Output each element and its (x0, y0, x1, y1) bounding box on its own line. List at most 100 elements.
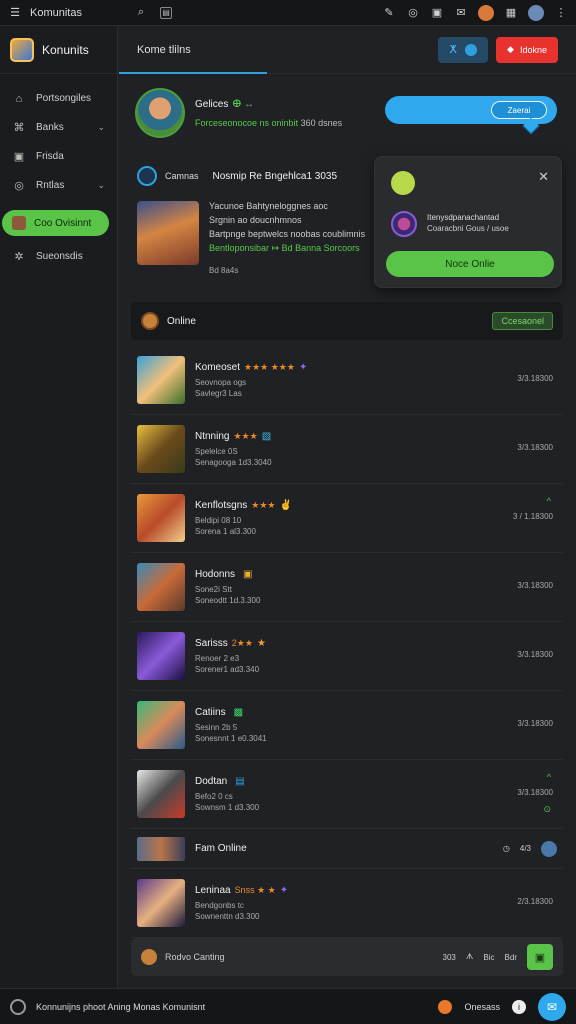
status-bar: Konnunijns phoot Aning Monas Komunisnt O… (0, 988, 576, 1024)
list-item[interactable]: Catiins ▩ Sesinn 2b 5 Sonesnnt 1 e0.3041 … (131, 691, 563, 760)
list-item-text: Catiins ▩ Sesinn 2b 5 Sonesnnt 1 e0.3041 (195, 707, 267, 743)
send-button[interactable]: ▣ (527, 944, 553, 970)
profile-card[interactable]: Gelices ⴲ ↔ Forceseonocoe ns oninbit 360 … (135, 88, 342, 138)
chat-bubble-button[interactable]: Zaerai (491, 101, 547, 119)
profile-avatar[interactable] (135, 88, 185, 138)
section-avatar[interactable] (541, 840, 557, 857)
list-item[interactable]: Hodonns ▣ Sone2i Stt Soneodtt 1d.3.300 3/… (131, 553, 563, 622)
news-line: Yacunoe Bahtyneloggnes aoc (209, 201, 328, 211)
message-input[interactable]: Rodvo Canting (165, 952, 225, 962)
list-item-time: 3/3.18300 (517, 374, 553, 383)
profile-status: Forceseonocoe ns oninbit 360 dsnes (195, 118, 342, 128)
list-item[interactable]: Ntnning ★★★ ▧ Spelelce 0S Senagooga 1d3.30… (131, 415, 563, 484)
input-action[interactable]: Bic (483, 953, 494, 962)
list-item-time: 3/3.18300 (517, 719, 553, 728)
box-icon: ▣ (13, 151, 25, 163)
online-header: Online Ccesaonel (131, 302, 563, 340)
badge-icon: ▤ (235, 776, 245, 787)
news-line: Bartpnge beptwelcs noobas coublimnis (209, 229, 366, 239)
stars-icon: ★★★ (233, 431, 258, 441)
chat-fab-button[interactable]: ✉ (538, 992, 566, 1021)
more-icon[interactable]: ⋮ (554, 6, 568, 20)
stars-icon: ★★★ ★★★ (244, 362, 295, 372)
page-title: Kome tlilns (137, 43, 191, 56)
list-item-name: Leninaa (195, 885, 231, 896)
list-item[interactable]: Leninaa Snss ★ ★ ✦ Bendgonbs tc Sownenttn … (131, 869, 563, 938)
sidebar-item-extra[interactable]: ✲ Sueonsdis (0, 242, 117, 271)
chat-bubble[interactable]: Zaerai (385, 96, 557, 135)
online-badge[interactable]: Ccesaonel (492, 312, 553, 330)
info-icon[interactable]: i (512, 999, 526, 1014)
close-icon[interactable]: ✕ (538, 169, 549, 185)
sidebar-item-3[interactable]: ◎ Rntlas ⌄ (0, 171, 117, 200)
game-thumbnail (137, 563, 185, 611)
menu-icon[interactable]: ☰ (8, 6, 22, 20)
list-item-text: Sarisss 2★★ ★ Renoer 2 e3 Sorener1 ad3.340 (195, 638, 266, 674)
topbar-right: ✎ ◎ ▣ ✉ ▦ ⋮ (382, 4, 568, 21)
sidebar-item-0[interactable]: ⌂ Portsongiles (0, 84, 117, 113)
online-label: Online (167, 315, 196, 327)
sidebar: Konunits ⌂ Portsongiles ⌘ Banks ⌄ ▣ Fris… (0, 26, 118, 988)
list-item[interactable]: Kenflotsgns ★★★ ✌ Beldipi 08 10 Sorena 1 a… (131, 484, 563, 553)
user-avatar-2[interactable] (528, 4, 544, 21)
list-item-time: 3/3.18300 (517, 788, 553, 797)
news-body[interactable]: Yacunoe Bahtyneloggnes aoc Srgnin ao dou… (137, 201, 369, 265)
news-title[interactable]: Nosmip Re Bngehlca1 3035 (213, 171, 338, 182)
go-online-button[interactable]: Noce Onlie (386, 251, 554, 277)
list-item-time: 3/3.18300 (517, 650, 553, 659)
list-item-sub2: Sownenttn d3.300 (195, 912, 260, 921)
people-icon: ⵅ (449, 44, 457, 56)
edit-icon[interactable]: ✎ (382, 6, 396, 20)
message-input-bar[interactable]: Rodvo Canting 303 ᗑ Bic Bdr ▣ (131, 938, 563, 976)
chat-icon[interactable]: ✉ (454, 6, 468, 20)
list-item-sub2: Soneodtt 1d.3.300 (195, 596, 261, 605)
sidebar-item-active[interactable]: Coo Ovisinnt (2, 210, 109, 236)
list-item-text: Kenflotsgns ★★★ ✌ Beldipi 08 10 Sorena 1 a… (195, 500, 292, 536)
input-action[interactable]: Bdr (505, 953, 517, 962)
profile-info: Gelices ⴲ ↔ Forceseonocoe ns oninbit 360 … (195, 99, 342, 128)
list-item-text: Komeoset ★★★ ★★★ ✦ Seovnopa ogs Savlegr3 L… (195, 362, 307, 398)
box-icon[interactable]: ▣ (430, 6, 444, 20)
sidebar-item-1[interactable]: ⌘ Banks ⌄ (0, 113, 117, 142)
list-item-text: Hodonns ▣ Sone2i Stt Soneodtt 1d.3.300 (195, 569, 260, 605)
news-source[interactable]: Camnas (165, 171, 199, 181)
list-item-name: Dodtan (195, 776, 228, 787)
list-item-time: 2/3.18300 (517, 897, 553, 906)
badge-icon: ▧ (261, 431, 272, 442)
game-thumbnail (137, 494, 185, 542)
sidebar-item-label: Rntlas (36, 180, 65, 191)
search-icon[interactable]: ⌕ (134, 6, 148, 20)
settings-icon: ✲ (14, 251, 24, 263)
list-item-name: Ntnning (195, 431, 230, 442)
stars-icon: 2★★ (231, 638, 253, 648)
section-header[interactable]: Fam Online ◷ 4/3 (131, 829, 563, 869)
brand[interactable]: Konunits (0, 26, 117, 74)
settings-icon[interactable]: ◎ (406, 6, 420, 20)
news-line: Srgnin ao doucnhmnos (209, 215, 302, 225)
game-thumbnail (137, 770, 185, 818)
list-item-time: 3 / 1.18300 (512, 512, 553, 521)
user-avatar-1[interactable] (478, 4, 494, 21)
primary-red-button[interactable]: ◆ Idokne (496, 36, 558, 63)
list-item[interactable]: Sarisss 2★★ ★ Renoer 2 e3 Sorener1 ad3.340… (131, 622, 563, 691)
apps-icon[interactable]: ▦ (504, 6, 518, 20)
window-icon[interactable]: ▤ (159, 6, 172, 19)
brand-name: Konunits (42, 42, 89, 57)
input-action[interactable]: ᗑ (466, 952, 474, 962)
app-name: Komunitas (30, 6, 82, 19)
sidebar-item-2[interactable]: ▣ Frisda (0, 142, 117, 171)
list-item-time: 3/3.18300 (517, 443, 553, 452)
badge-icon: ✌ (279, 500, 292, 511)
status-right-text[interactable]: Onesass (464, 1002, 500, 1012)
people-button[interactable]: ⵅ (438, 36, 488, 63)
input-action[interactable]: 303 (443, 953, 456, 962)
list-item[interactable]: Komeoset ★★★ ★★★ ✦ Seovnopa ogs Savlegr3 L… (131, 346, 563, 415)
profile-name-row: Gelices ⴲ ↔ (195, 99, 342, 110)
online-icon (141, 312, 159, 330)
list-item[interactable]: Dodtan ▤ Befo2 0 cs Sownsm 1 d3.300 ^ 3/3… (131, 760, 563, 829)
status-chevron-icon: ^ (546, 772, 551, 782)
section-count: 4/3 (519, 844, 531, 853)
status-icon (10, 998, 26, 1015)
news-image[interactable] (137, 201, 199, 265)
main-panel: Kome tlilns ⵅ ◆ Idokne Gelices ⴲ ↔ Forces… (119, 26, 576, 988)
